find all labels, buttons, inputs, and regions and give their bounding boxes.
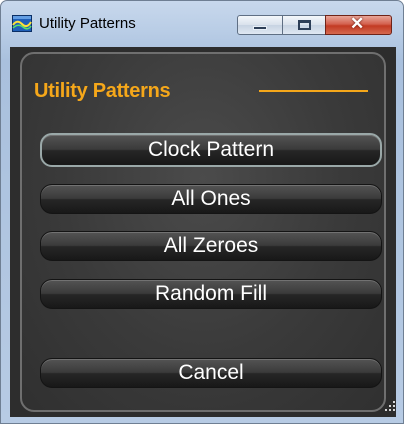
panel-title: Utility Patterns — [34, 80, 171, 102]
title-divider — [259, 90, 368, 92]
resize-grip-icon[interactable] — [384, 400, 396, 412]
maximize-icon — [298, 20, 311, 30]
all-zeroes-button[interactable]: All Zeroes — [40, 231, 382, 261]
minimize-button[interactable] — [237, 15, 283, 35]
all-ones-button[interactable]: All Ones — [40, 184, 382, 214]
maximize-button[interactable] — [282, 15, 326, 35]
close-button[interactable]: ✕ — [325, 14, 392, 35]
window-title: Utility Patterns — [39, 15, 136, 32]
title-bar[interactable]: Utility Patterns ✕ — [1, 1, 403, 47]
minimize-icon — [253, 26, 267, 30]
random-fill-button[interactable]: Random Fill — [40, 279, 382, 309]
clock-pattern-button[interactable]: Clock Pattern — [40, 133, 382, 167]
app-icon — [12, 15, 32, 32]
close-icon: ✕ — [350, 14, 365, 33]
cancel-button[interactable]: Cancel — [40, 358, 382, 388]
